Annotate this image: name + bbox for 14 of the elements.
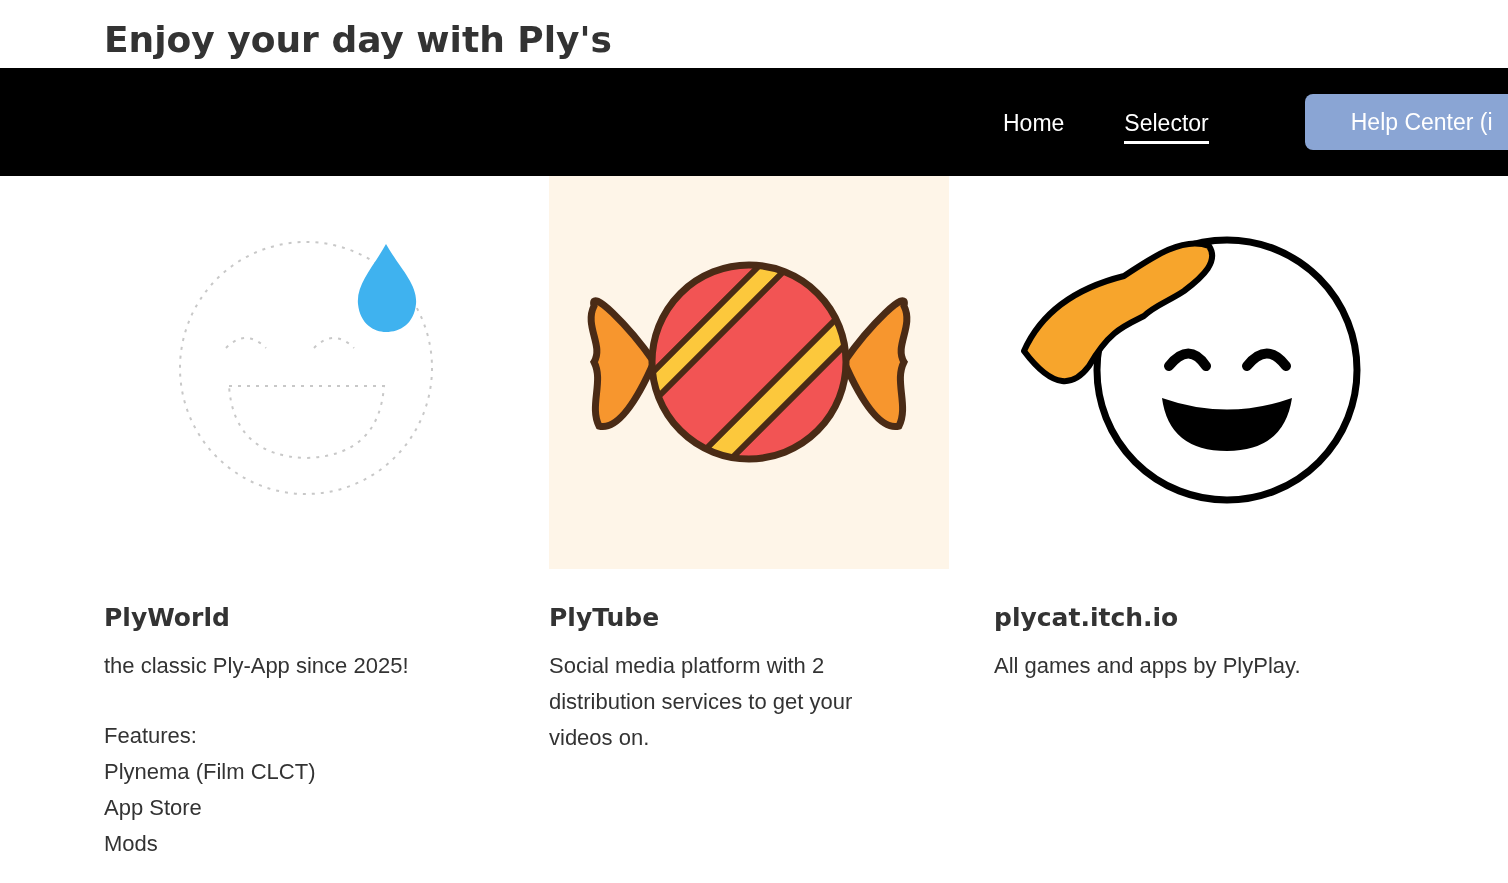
card-description: Features: xyxy=(104,722,198,750)
candy-icon xyxy=(549,176,949,569)
card-description: Mods xyxy=(104,830,159,858)
nav-link[interactable]: Home xyxy=(1003,106,1065,144)
card-description: Social media platform with 2 distribution services to get your videos on. xyxy=(549,652,854,752)
card-description: All games and apps by PlyPlay. xyxy=(994,652,1302,680)
card-title: PlyTube xyxy=(549,602,661,634)
card-description: Plynema (Film CLCT) xyxy=(104,758,317,786)
card-title: plycat.itch.io xyxy=(994,602,1180,634)
card-description: App Store xyxy=(104,794,203,822)
nav-link[interactable]: Selector xyxy=(1124,106,1209,144)
card-title: PlyWorld xyxy=(104,602,231,634)
page-heading: Enjoy your day with Ply's xyxy=(104,18,613,62)
card-description: the classic Ply-App since 2025! xyxy=(104,652,410,680)
